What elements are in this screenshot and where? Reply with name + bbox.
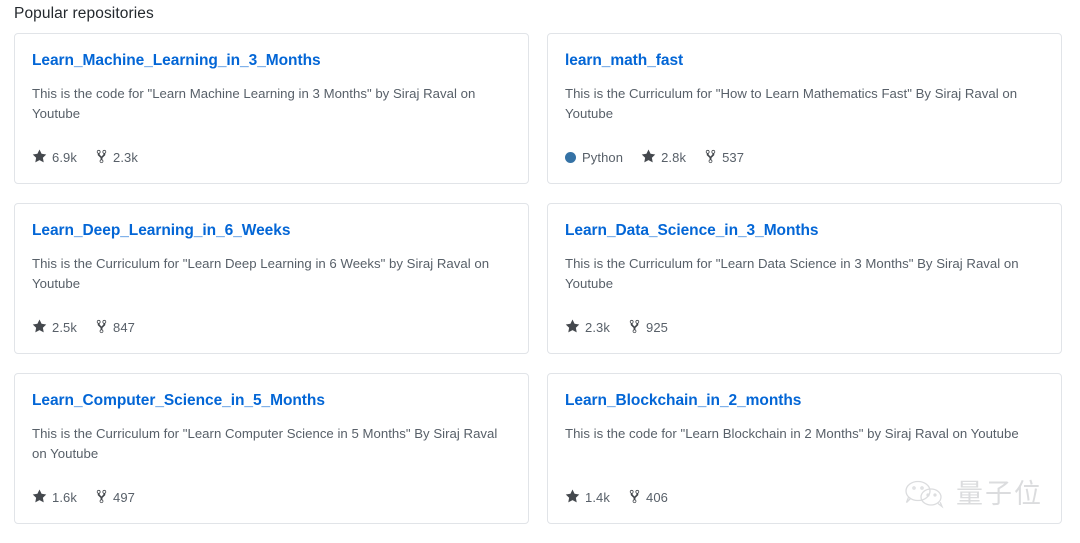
repo-card[interactable]: Learn_Deep_Learning_in_6_Weeks This is t…: [14, 203, 529, 354]
page-title: Popular repositories: [14, 5, 154, 22]
repo-meta: 2.3k 925: [565, 318, 668, 336]
repo-meta: 1.4k 406: [565, 488, 668, 506]
star-icon: [32, 319, 47, 334]
repo-forks-value: 406: [645, 489, 668, 505]
repo-forked-icon: [95, 489, 108, 504]
repo-card[interactable]: learn_math_fast This is the Curriculum f…: [547, 33, 1062, 184]
repo-forks-value: 2.3k: [112, 149, 138, 165]
star-icon: [641, 149, 656, 164]
repo-stars[interactable]: 2.5k: [32, 319, 77, 335]
repo-forks[interactable]: 537: [704, 150, 744, 165]
repo-name-link[interactable]: Learn_Machine_Learning_in_3_Months: [32, 51, 321, 71]
repo-forks-value: 537: [722, 149, 745, 165]
repo-forked-icon: [628, 319, 641, 334]
repo-stars-value: 2.5k: [52, 319, 77, 335]
repo-stars[interactable]: 6.9k: [32, 149, 77, 165]
repo-forks[interactable]: 2.3k: [95, 150, 138, 165]
repo-language-label: Python: [582, 149, 624, 165]
repo-name-link[interactable]: Learn_Blockchain_in_2_months: [565, 391, 801, 411]
repo-card[interactable]: Learn_Computer_Science_in_5_Months This …: [14, 373, 529, 524]
star-icon: [32, 489, 47, 504]
repository-grid: Learn_Machine_Learning_in_3_Months This …: [14, 33, 1062, 524]
watermark-text: 量子位: [956, 478, 1043, 510]
repo-forks-value: 497: [112, 489, 135, 505]
repo-name-link[interactable]: Learn_Data_Science_in_3_Months: [565, 221, 819, 241]
repo-stars[interactable]: 1.4k: [565, 489, 610, 505]
repo-forks[interactable]: 925: [628, 320, 668, 335]
repo-forks[interactable]: 406: [628, 490, 668, 505]
star-icon: [32, 149, 47, 164]
repo-card[interactable]: Learn_Machine_Learning_in_3_Months This …: [14, 33, 529, 184]
star-icon: [565, 319, 580, 334]
repo-forks[interactable]: 497: [95, 490, 135, 505]
wechat-icon: [903, 479, 949, 509]
repo-stars-value: 2.8k: [661, 149, 687, 165]
language-color-dot: [565, 151, 576, 163]
watermark: 量子位: [903, 479, 1043, 509]
repo-description: This is the Curriculum for "Learn Comput…: [32, 426, 498, 461]
repo-stars-value: 1.6k: [52, 489, 77, 505]
star-icon: [565, 489, 580, 504]
repo-meta: Python 2.8k 537: [565, 148, 744, 166]
repo-stars-value: 2.3k: [585, 319, 610, 335]
repo-stars[interactable]: 1.6k: [32, 489, 77, 505]
repo-meta: 6.9k 2.3k: [32, 148, 138, 166]
repo-description: This is the Curriculum for "How to Learn…: [565, 86, 1018, 121]
repo-description: This is the code for "Learn Blockchain i…: [565, 426, 1019, 441]
repo-forked-icon: [95, 319, 108, 334]
repo-meta: 2.5k 847: [32, 318, 135, 336]
repo-stars-value: 1.4k: [585, 489, 610, 505]
repo-stars-value: 6.9k: [52, 149, 77, 165]
popular-repositories-page: Popular repositories Learn_Machine_Learn…: [0, 0, 1080, 543]
repo-card[interactable]: Learn_Data_Science_in_3_Months This is t…: [547, 203, 1062, 354]
repo-description: This is the Curriculum for "Learn Deep L…: [32, 256, 490, 291]
repo-forked-icon: [95, 149, 108, 164]
repo-name-link[interactable]: Learn_Computer_Science_in_5_Months: [32, 391, 325, 411]
repo-meta: 1.6k 497: [32, 488, 135, 506]
repo-forked-icon: [704, 149, 717, 164]
repo-forked-icon: [628, 489, 641, 504]
repo-card[interactable]: Learn_Blockchain_in_2_months This is the…: [547, 373, 1062, 524]
repo-stars[interactable]: 2.8k: [641, 149, 687, 165]
repo-name-link[interactable]: Learn_Deep_Learning_in_6_Weeks: [32, 221, 290, 241]
repo-name-link[interactable]: learn_math_fast: [565, 51, 683, 71]
repo-forks[interactable]: 847: [95, 320, 135, 335]
repo-stars[interactable]: 2.3k: [565, 319, 610, 335]
repo-description: This is the code for "Learn Machine Lear…: [32, 86, 476, 121]
repo-language: Python: [565, 150, 623, 165]
repo-description: This is the Curriculum for "Learn Data S…: [565, 256, 1019, 291]
repo-forks-value: 847: [112, 319, 135, 335]
repo-forks-value: 925: [645, 319, 668, 335]
